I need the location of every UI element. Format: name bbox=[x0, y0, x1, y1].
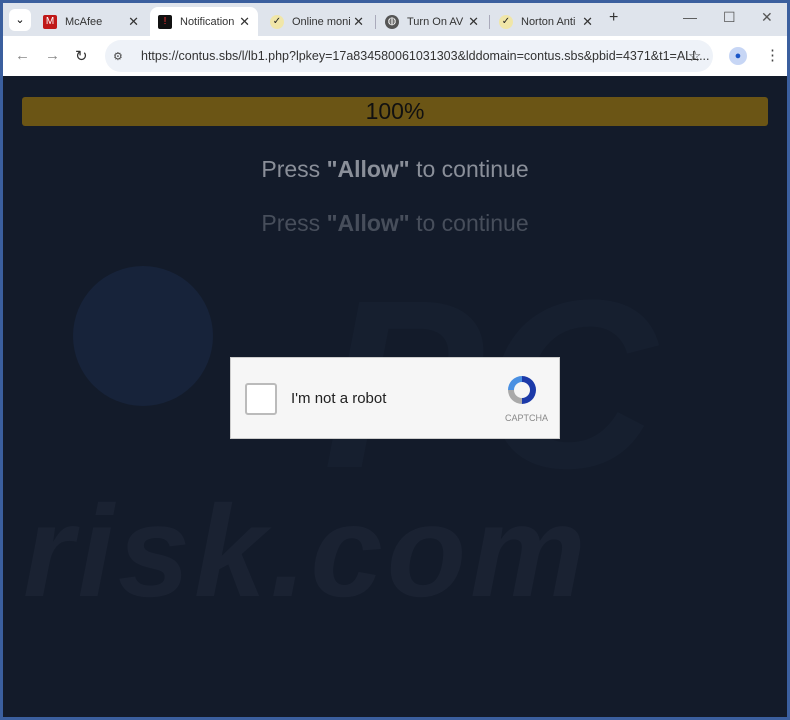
close-tab-icon[interactable]: ✕ bbox=[353, 14, 364, 30]
message-prefix: Press bbox=[261, 156, 327, 182]
tab-online-monitoring[interactable]: ✓ Online moni ✕ bbox=[262, 7, 372, 36]
minimize-button[interactable]: — bbox=[683, 9, 697, 25]
message-allow: "Allow" bbox=[326, 210, 410, 236]
toolbar: ← → ↻ ⚙ https://contus.sbs/l/lb1.php?lpk… bbox=[3, 36, 787, 76]
close-tab-icon[interactable]: ✕ bbox=[468, 14, 479, 30]
checkmark-icon: ✓ bbox=[270, 14, 284, 29]
captcha-label: I'm not a robot bbox=[291, 390, 387, 407]
forward-button[interactable]: → bbox=[45, 47, 60, 64]
tab-separator bbox=[375, 15, 376, 29]
page-content: PC risk.com 100% Press "Allow" to contin… bbox=[3, 76, 787, 717]
watermark-magnifier bbox=[73, 266, 213, 406]
message-suffix: to continue bbox=[409, 210, 529, 236]
close-tab-icon[interactable]: ✕ bbox=[128, 14, 139, 30]
site-info-icon[interactable]: ⚙ bbox=[113, 50, 131, 63]
back-button[interactable]: ← bbox=[15, 47, 30, 64]
message-allow: "Allow" bbox=[326, 156, 410, 182]
tab-norton[interactable]: ✓ Norton Anti ✕ bbox=[491, 7, 601, 36]
new-tab-button[interactable]: + bbox=[609, 9, 618, 27]
message-suffix: to continue bbox=[409, 156, 529, 182]
url-text[interactable]: https://contus.sbs/l/lb1.php?lpkey=17a83… bbox=[141, 49, 710, 63]
watermark-text: risk.com bbox=[23, 478, 590, 624]
allow-message-faded: Press "Allow" to continue bbox=[3, 210, 787, 237]
captcha-widget: I'm not a robot CAPTCHA bbox=[230, 357, 560, 439]
globe-icon: ◍ bbox=[385, 14, 399, 29]
menu-kebab-icon[interactable]: ⋮ bbox=[765, 46, 780, 64]
close-window-button[interactable]: ✕ bbox=[761, 9, 773, 26]
tab-search-button[interactable]: ⌄ bbox=[9, 9, 31, 31]
progress-label: 100% bbox=[365, 98, 425, 124]
checkmark-icon: ✓ bbox=[499, 14, 513, 29]
allow-message: Press "Allow" to continue bbox=[3, 156, 787, 183]
captcha-brand: CAPTCHA bbox=[505, 413, 549, 423]
message-prefix: Press bbox=[261, 210, 327, 236]
notification-icon: ! bbox=[158, 14, 172, 29]
browser-window: ⌄ M McAfee ✕ ! Notification ✕ ✓ Online m… bbox=[3, 3, 787, 717]
reload-button[interactable]: ↻ bbox=[75, 47, 88, 65]
tab-notification[interactable]: ! Notification ✕ bbox=[150, 7, 258, 36]
maximize-button[interactable]: ☐ bbox=[723, 9, 736, 26]
tab-turn-on-av[interactable]: ◍ Turn On AV ✕ bbox=[377, 7, 487, 36]
captcha-checkbox[interactable] bbox=[245, 383, 277, 415]
tab-separator bbox=[489, 15, 490, 29]
profile-avatar[interactable]: ● bbox=[729, 47, 747, 65]
progress-bar: 100% bbox=[22, 97, 768, 126]
bookmark-star-icon[interactable]: ☆ bbox=[688, 47, 701, 65]
tab-mcafee[interactable]: M McAfee ✕ bbox=[35, 7, 147, 36]
recaptcha-logo-icon bbox=[508, 376, 536, 404]
mcafee-shield-icon: M bbox=[43, 14, 57, 29]
tab-strip: ⌄ M McAfee ✕ ! Notification ✕ ✓ Online m… bbox=[3, 3, 787, 36]
close-tab-icon[interactable]: ✕ bbox=[582, 14, 593, 30]
close-tab-icon[interactable]: ✕ bbox=[239, 14, 250, 30]
address-bar[interactable]: ⚙ https://contus.sbs/l/lb1.php?lpkey=17a… bbox=[105, 40, 713, 72]
